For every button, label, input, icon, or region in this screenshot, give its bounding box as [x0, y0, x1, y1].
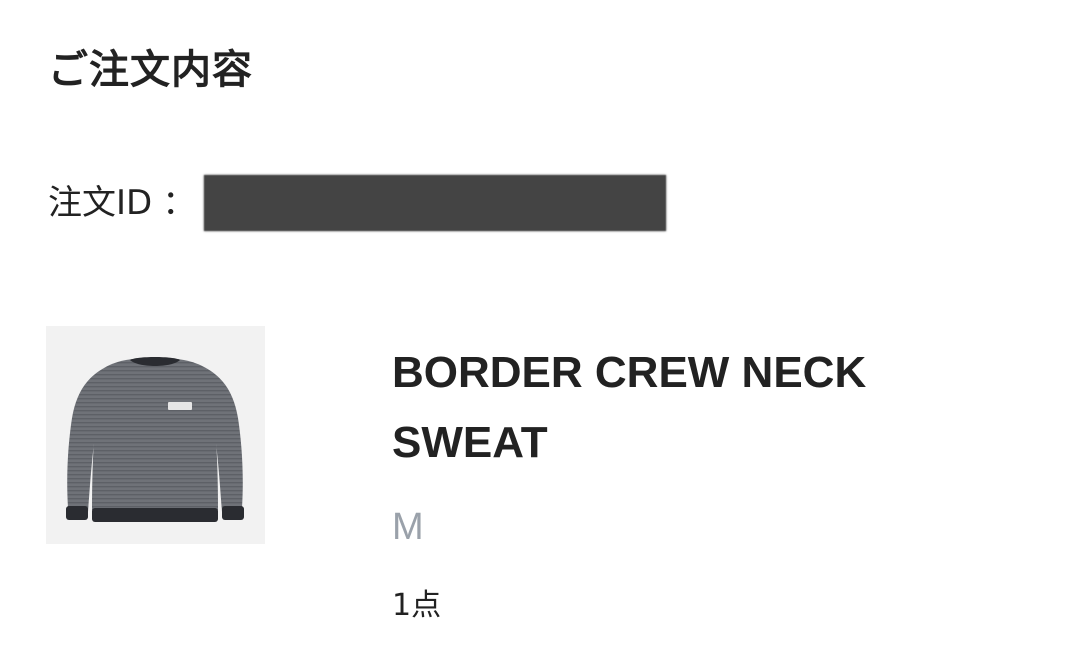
sweatshirt-icon: [66, 357, 244, 522]
product-image[interactable]: [46, 326, 265, 544]
order-id-label: 注文ID: [48, 183, 153, 223]
order-id-redacted-value: [204, 175, 667, 231]
order-contents-title: ご注文内容: [48, 47, 253, 93]
product-name[interactable]: BORDER CREW NECK SWEAT: [392, 338, 952, 478]
product-size: M: [392, 506, 424, 548]
product-quantity: 1点: [392, 588, 442, 623]
order-id-row: 注文ID ：: [48, 174, 667, 232]
order-id-separator: ：: [162, 183, 197, 223]
